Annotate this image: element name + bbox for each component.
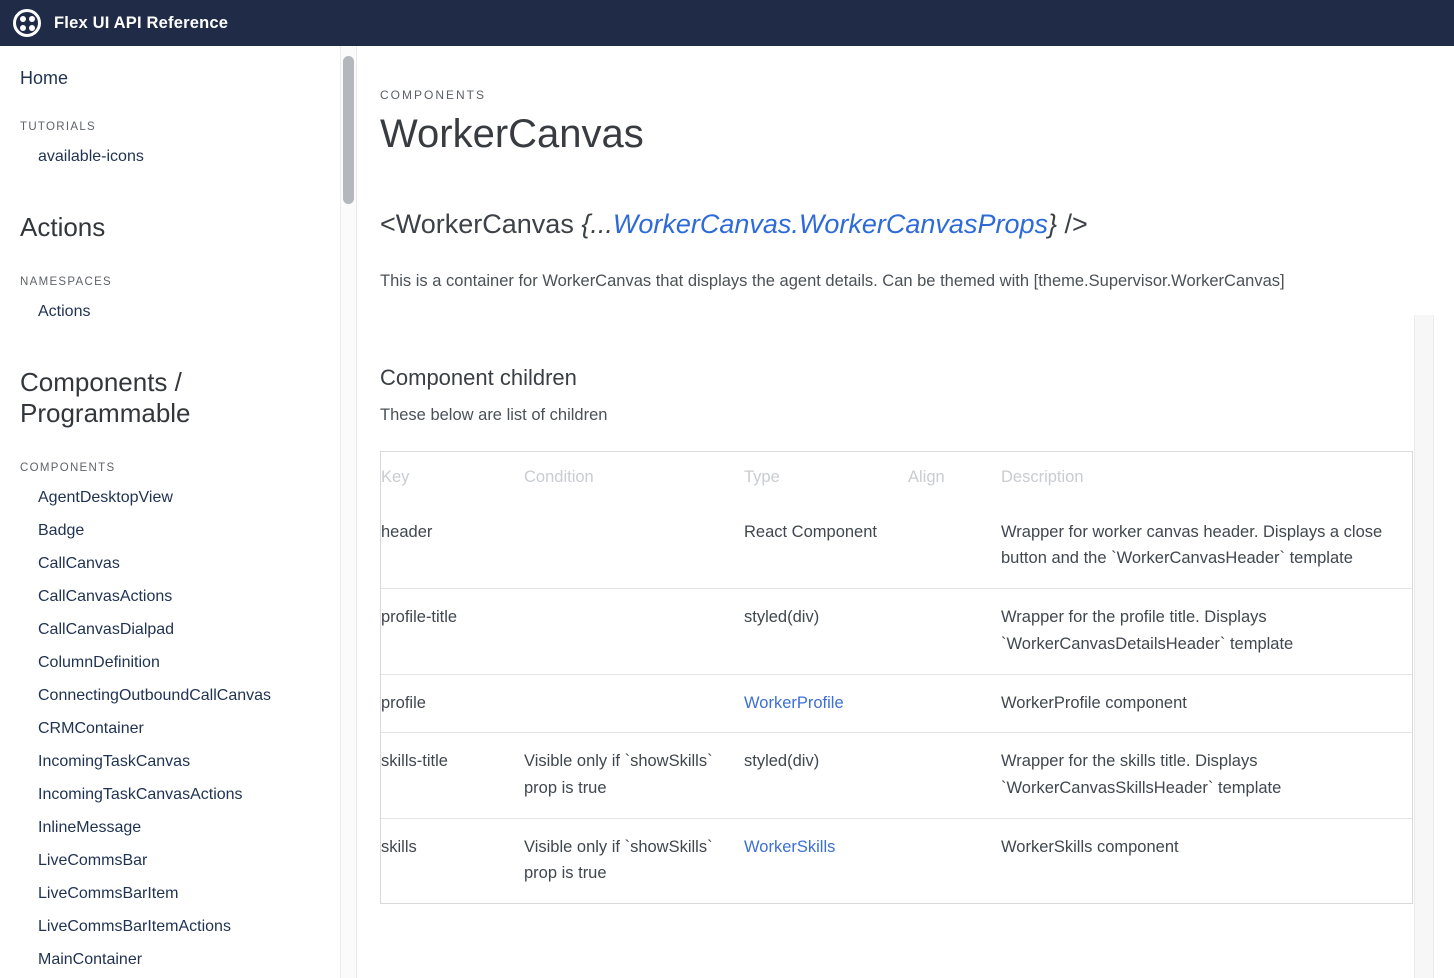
table-row: profile-title styled(div) Wrapper for the … — [381, 588, 1412, 673]
cell-key: profile-title — [381, 589, 524, 673]
type-link[interactable]: WorkerProfile — [744, 694, 844, 712]
table-row: skills-titleVisible only if `showSkills`… — [381, 732, 1412, 817]
cell-type: styled(div) — [744, 733, 908, 817]
sidebar-item-inlinemessage[interactable]: InlineMessage — [20, 819, 310, 837]
component-description: This is a container for WorkerCanvas tha… — [380, 272, 1454, 291]
column-header: Type — [744, 452, 908, 504]
column-header: Condition — [524, 452, 744, 504]
sidebar-item-incomingtaskcanvas[interactable]: IncomingTaskCanvas — [20, 753, 310, 771]
signature-prefix: <WorkerCanvas — [380, 209, 581, 239]
cell-type: WorkerProfile — [744, 675, 908, 733]
sidebar-item-incomingtaskcanvasactions[interactable]: IncomingTaskCanvasActions — [20, 786, 310, 804]
sidebar-section-label: COMPONENTS — [20, 462, 310, 474]
main-content: COMPONENTS WorkerCanvas <WorkerCanvas {.… — [357, 46, 1454, 978]
children-table-header: KeyConditionTypeAlignDescription — [381, 452, 1412, 504]
sidebar-section-label: NAMESPACES — [20, 276, 310, 288]
cell-align — [908, 589, 1001, 673]
cell-align — [908, 819, 1001, 903]
cell-align — [908, 675, 1001, 733]
cell-type: styled(div) — [744, 589, 908, 673]
sidebar-heading: Components / Programmable — [20, 367, 310, 430]
signature-props-link[interactable]: WorkerCanvas.WorkerCanvasProps — [613, 209, 1048, 239]
sidebar-item-livecommsbaritem[interactable]: LiveCommsBarItem — [20, 885, 310, 903]
sidebar-item-callcanvasactions[interactable]: CallCanvasActions — [20, 588, 310, 606]
cell-condition: Visible only if `showSkills` prop is tru… — [524, 819, 744, 903]
cell-description: Wrapper for the profile title. Displays … — [1001, 589, 1412, 673]
sidebar-item-agentdesktopview[interactable]: AgentDesktopView — [20, 489, 310, 507]
content-scrollbar-track[interactable] — [1414, 315, 1434, 978]
signature-suffix: /> — [1057, 209, 1088, 239]
cell-condition — [524, 675, 744, 733]
top-bar: Flex UI API Reference — [0, 0, 1454, 46]
children-section-subheading: These below are list of children — [380, 406, 1413, 425]
cell-key: skills-title — [381, 733, 524, 817]
children-section-heading: Component children — [380, 365, 1413, 391]
sidebar-section-label: TUTORIALS — [20, 121, 310, 133]
column-header: Align — [908, 452, 1001, 504]
app-title: Flex UI API Reference — [54, 14, 228, 33]
children-scroll-region: Component children These below are list … — [380, 315, 1434, 978]
table-row: skillsVisible only if `showSkills` prop … — [381, 818, 1412, 903]
cell-key: profile — [381, 675, 524, 733]
page-title: WorkerCanvas — [380, 112, 1454, 157]
children-table-body: header React Component Wrapper for worker … — [381, 504, 1412, 903]
sidebar-item-columndefinition[interactable]: ColumnDefinition — [20, 654, 310, 672]
signature-spread: {... — [581, 209, 613, 239]
cell-key: header — [381, 504, 524, 588]
sidebar-scrollbar-thumb[interactable] — [343, 56, 354, 204]
cell-key: skills — [381, 819, 524, 903]
sidebar: Home TUTORIALS available-icons Actions NAME… — [0, 46, 357, 978]
cell-description: WorkerSkills component — [1001, 819, 1412, 903]
sidebar-item-livecommsbaritemactions[interactable]: LiveCommsBarItemActions — [20, 918, 310, 936]
cell-align — [908, 733, 1001, 817]
cell-type: WorkerSkills — [744, 819, 908, 903]
table-row: header React Component Wrapper for worker … — [381, 504, 1412, 588]
column-header: Description — [1001, 452, 1412, 504]
cell-description: Wrapper for the skills title. Displays `… — [1001, 733, 1412, 817]
sidebar-item-badge[interactable]: Badge — [20, 522, 310, 540]
cell-description: WorkerProfile component — [1001, 675, 1412, 733]
sidebar-item-available-icons[interactable]: available-icons — [20, 148, 310, 166]
signature-close-brace: } — [1048, 209, 1057, 239]
cell-align — [908, 504, 1001, 588]
cell-condition: Visible only if `showSkills` prop is tru… — [524, 733, 744, 817]
sidebar-item-maincontainer[interactable]: MainContainer — [20, 951, 310, 969]
sidebar-item-home[interactable]: Home — [20, 68, 310, 89]
cell-type: React Component — [744, 504, 908, 588]
sidebar-item-crmcontainer[interactable]: CRMContainer — [20, 720, 310, 738]
breadcrumb-eyebrow: COMPONENTS — [380, 88, 1454, 102]
type-link[interactable]: WorkerSkills — [744, 838, 835, 856]
children-table: KeyConditionTypeAlignDescription header R… — [380, 451, 1413, 904]
sidebar-item-callcanvas[interactable]: CallCanvas — [20, 555, 310, 573]
cell-condition — [524, 504, 744, 588]
sidebar-item-livecommsbar[interactable]: LiveCommsBar — [20, 852, 310, 870]
cell-description: Wrapper for worker canvas header. Displa… — [1001, 504, 1412, 588]
cell-condition — [524, 589, 744, 673]
sidebar-heading: Actions — [20, 212, 310, 244]
sidebar-item-callcanvasdialpad[interactable]: CallCanvasDialpad — [20, 621, 310, 639]
sidebar-scrollbar-track[interactable] — [340, 46, 356, 978]
component-signature: <WorkerCanvas {...WorkerCanvas.WorkerCan… — [380, 209, 1454, 240]
column-header: Key — [381, 452, 524, 504]
sidebar-item-connectingoutboundcallcanvas[interactable]: ConnectingOutboundCallCanvas — [20, 687, 310, 705]
sidebar-nav: Home TUTORIALS available-icons Actions NAME… — [0, 46, 356, 978]
table-row: profile WorkerProfile WorkerProfile compon… — [381, 674, 1412, 733]
twilio-logo-icon — [13, 9, 41, 37]
sidebar-item-actions[interactable]: Actions — [20, 303, 310, 321]
